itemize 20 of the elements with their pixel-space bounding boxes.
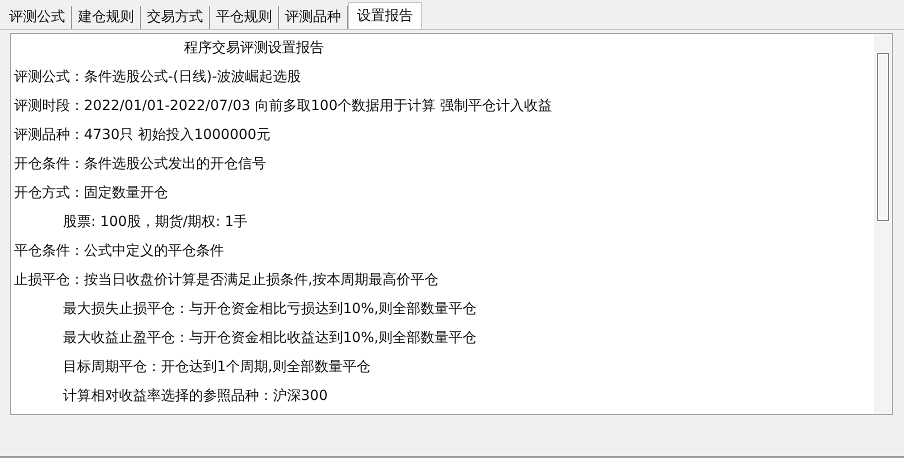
- report-line: 平仓条件：公式中定义的平仓条件: [14, 242, 224, 261]
- tab[interactable]: 建仓规则: [72, 6, 141, 29]
- tab[interactable]: 交易方式: [141, 6, 210, 29]
- report-line: 最大损失止损平仓：与开仓资金相比亏损达到10%,则全部数量平仓: [63, 300, 477, 319]
- tab[interactable]: 平仓规则: [210, 6, 279, 29]
- tab[interactable]: 设置报告: [348, 2, 422, 29]
- report-line: 评测公式：条件选股公式-(日线)-波波崛起选股: [14, 68, 302, 87]
- report-line: 股票: 100股，期货/期权: 1手: [63, 213, 248, 232]
- report-line: 目标周期平仓：开仓达到1个周期,则全部数量平仓: [63, 358, 370, 377]
- report-line: 止损平仓：按当日收盘价计算是否满足止损条件,按本周期最高价平仓: [14, 271, 438, 290]
- report-title: 程序交易评测设置报告: [183, 39, 324, 58]
- report-line: 开仓方式：固定数量开仓: [14, 184, 168, 203]
- scroll-thumb[interactable]: [877, 53, 889, 221]
- report-line: 评测品种：4730只 初始投入1000000元: [14, 126, 270, 145]
- report-line: 评测时段：2022/01/01-2022/07/03 向前多取100个数据用于计算 强制平仓计入收益: [14, 97, 552, 116]
- report-line: 开仓条件：条件选股公式发出的开仓信号: [14, 155, 266, 174]
- report-line: 最大收益止盈平仓：与开仓资金相比收益达到10%,则全部数量平仓: [63, 329, 477, 348]
- tab[interactable]: 评测公式: [3, 6, 72, 29]
- report-line: 计算相对收益率选择的参照品种：沪深300: [63, 387, 328, 406]
- scrollbar[interactable]: [874, 34, 892, 414]
